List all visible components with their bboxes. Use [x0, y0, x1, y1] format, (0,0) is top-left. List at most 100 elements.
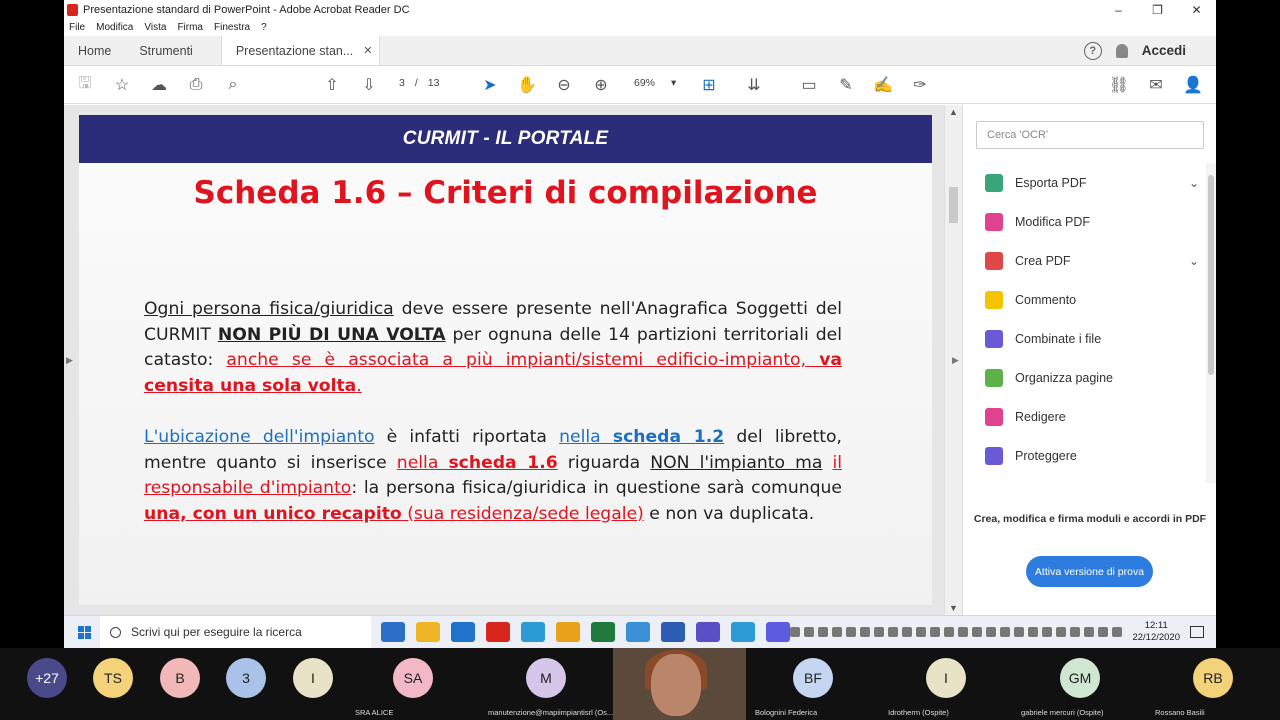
- login-button[interactable]: Accedi: [1142, 43, 1186, 58]
- add-user-icon[interactable]: 👤: [1183, 75, 1203, 95]
- slide-header: CURMIT - IL PORTALE: [79, 115, 932, 163]
- zoom-dropdown[interactable]: 69% ▾: [634, 77, 676, 89]
- tool-item[interactable]: Modifica PDF: [963, 202, 1203, 241]
- tool-icon: [985, 368, 1003, 387]
- tool-item[interactable]: Esporta PDF ⌄: [963, 163, 1203, 202]
- fit-page-icon[interactable]: ⊞: [699, 75, 719, 95]
- current-page-input[interactable]: 3: [399, 77, 405, 89]
- search-icon: [110, 626, 121, 638]
- participant-avatar[interactable]: I: [926, 658, 966, 698]
- taskbar-app-icon[interactable]: [416, 622, 441, 642]
- taskbar-app-icon[interactable]: [766, 622, 791, 642]
- scroll-up-icon[interactable]: ▲: [949, 107, 958, 117]
- menu-vista[interactable]: Vista: [144, 22, 166, 33]
- zoom-search-icon[interactable]: ⌕: [223, 75, 243, 95]
- taskbar-clock[interactable]: 12:11 22/12/2020: [1132, 620, 1180, 644]
- chevron-down-icon[interactable]: ⌄: [1189, 254, 1199, 268]
- tool-item[interactable]: Redigere: [963, 397, 1203, 436]
- tool-label: Proteggere: [1015, 448, 1077, 463]
- tools-scrollbar-thumb[interactable]: [1208, 175, 1214, 375]
- highlight-pen-icon[interactable]: ✎: [836, 75, 856, 95]
- tools-scrollbar[interactable]: [1206, 163, 1216, 483]
- participant-video-thumbnail[interactable]: [613, 648, 746, 720]
- taskbar-app-icon[interactable]: [591, 622, 616, 642]
- taskbar-app-icon[interactable]: [626, 622, 651, 642]
- trial-button[interactable]: Attiva versione di prova: [1026, 556, 1153, 587]
- start-button-icon[interactable]: [78, 625, 91, 639]
- collapse-right-panel-icon[interactable]: ▶: [952, 355, 959, 366]
- minimize-button[interactable]: –: [1099, 3, 1138, 17]
- select-cursor-icon[interactable]: ➤: [480, 75, 500, 95]
- taskbar-app-icon[interactable]: [556, 622, 581, 642]
- window-controls: – ❐ ✕: [1099, 3, 1216, 17]
- chevron-down-icon: ▾: [671, 77, 677, 89]
- next-page-icon[interactable]: ⇩: [359, 75, 379, 95]
- participant-avatar[interactable]: TS: [93, 658, 133, 698]
- draw-icon[interactable]: ✍: [873, 75, 893, 95]
- tool-item[interactable]: Combinate i file: [963, 319, 1203, 358]
- participant-name: manutenzione@mapiimpiantisrl (Os...: [488, 708, 614, 717]
- menu-modifica[interactable]: Modifica: [96, 22, 133, 33]
- scroll-down-icon[interactable]: ▼: [949, 603, 958, 613]
- hand-tool-icon[interactable]: ✋: [517, 75, 537, 95]
- participant-avatar[interactable]: M: [526, 658, 566, 698]
- notification-center-icon[interactable]: [1190, 626, 1204, 638]
- bookmark-star-icon[interactable]: ☆: [112, 75, 132, 95]
- participant-avatar[interactable]: I: [293, 658, 333, 698]
- scroll-mode-icon[interactable]: ⇊: [744, 75, 764, 95]
- previous-page-icon[interactable]: ⇧: [322, 75, 342, 95]
- taskbar-app-icon[interactable]: [731, 622, 756, 642]
- tool-item[interactable]: Organizza pagine: [963, 358, 1203, 397]
- taskbar-app-icon[interactable]: [486, 622, 511, 642]
- tool-item[interactable]: Crea PDF ⌄: [963, 241, 1203, 280]
- tray-icons[interactable]: [790, 627, 1123, 637]
- menu-help[interactable]: ?: [261, 22, 267, 33]
- participant-avatar[interactable]: +27: [27, 658, 67, 698]
- taskbar-app-icon[interactable]: [696, 622, 721, 642]
- tab-strumenti[interactable]: Strumenti: [125, 36, 207, 65]
- notification-bell-icon[interactable]: [1115, 43, 1128, 58]
- taskbar-search-box[interactable]: Scrivi qui per eseguire la ricerca: [100, 615, 372, 648]
- comment-icon[interactable]: ▭: [799, 75, 819, 95]
- zoom-in-icon[interactable]: ⊕: [591, 75, 611, 95]
- share-link-icon[interactable]: ⛓: [1109, 75, 1129, 95]
- participant-name: Rossano Basili: [1155, 708, 1205, 717]
- taskbar-app-icon[interactable]: [521, 622, 546, 642]
- participant-avatar[interactable]: B: [160, 658, 200, 698]
- document-view[interactable]: ▶ CURMIT - IL PORTALE Scheda 1.6 – Crite…: [64, 105, 962, 615]
- menu-finestra[interactable]: Finestra: [214, 22, 250, 33]
- slide-title-part1: Scheda 1.6 –: [193, 175, 424, 211]
- save-icon[interactable]: 🖫: [75, 75, 95, 95]
- expand-left-panel-icon[interactable]: ▶: [66, 355, 73, 366]
- taskbar-app-icon[interactable]: [661, 622, 686, 642]
- restore-button[interactable]: ❐: [1138, 3, 1177, 17]
- taskbar-app-icon[interactable]: [451, 622, 476, 642]
- taskbar-apps: [381, 622, 791, 642]
- participant-avatar[interactable]: SA: [393, 658, 433, 698]
- participant-avatar[interactable]: GM: [1060, 658, 1100, 698]
- tools-search-input[interactable]: Cerca 'OCR': [976, 121, 1204, 149]
- acrobat-app-icon: [67, 3, 78, 16]
- scrollbar-thumb[interactable]: [949, 187, 958, 223]
- chevron-down-icon[interactable]: ⌄: [1189, 176, 1199, 190]
- taskbar-app-icon[interactable]: [381, 622, 406, 642]
- tool-item[interactable]: Commento: [963, 280, 1203, 319]
- zoom-out-icon[interactable]: ⊖: [554, 75, 574, 95]
- participant-avatar[interactable]: BF: [793, 658, 833, 698]
- print-icon[interactable]: ⎙: [186, 75, 206, 95]
- menu-file[interactable]: File: [69, 22, 85, 33]
- close-tab-icon[interactable]: ✕: [363, 44, 372, 57]
- upload-cloud-icon[interactable]: ☁: [149, 75, 169, 95]
- tool-item[interactable]: Proteggere: [963, 436, 1203, 475]
- tab-home[interactable]: Home: [64, 36, 125, 65]
- slide-page: CURMIT - IL PORTALE Scheda 1.6 – Criteri…: [79, 115, 932, 605]
- menu-firma[interactable]: Firma: [177, 22, 203, 33]
- close-window-button[interactable]: ✕: [1177, 3, 1216, 17]
- participant-avatar[interactable]: 3: [226, 658, 266, 698]
- tab-document[interactable]: Presentazione stan... ✕: [220, 36, 380, 65]
- sign-icon[interactable]: ✑: [910, 75, 930, 95]
- help-icon[interactable]: ?: [1083, 41, 1102, 60]
- page-separator: /: [414, 77, 418, 89]
- email-icon[interactable]: ✉: [1146, 75, 1166, 95]
- participant-avatar[interactable]: RB: [1193, 658, 1233, 698]
